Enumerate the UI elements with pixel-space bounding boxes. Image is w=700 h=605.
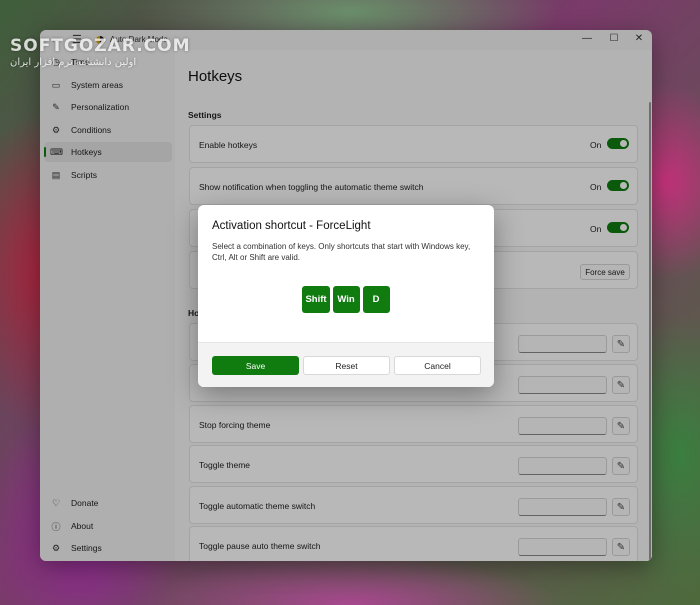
watermark: SOFTGOZAR.COM اولین دانشنامه نرم افزار ا… xyxy=(10,36,210,68)
activation-shortcut-dialog: Activation shortcut - ForceLight Select … xyxy=(198,205,494,387)
dialog-title: Activation shortcut - ForceLight xyxy=(212,220,371,232)
save-button[interactable]: Save xyxy=(212,356,299,375)
dialog-footer: Save Reset Cancel xyxy=(198,342,494,387)
watermark-subtitle: اولین دانشنامه نرم افزار ایران xyxy=(10,57,137,68)
key-shift: Shift xyxy=(302,286,330,313)
dialog-description: Select a combination of keys. Only short… xyxy=(212,242,471,262)
reset-button[interactable]: Reset xyxy=(303,356,390,375)
app-window: ← ☰ Auto Dark Mode — ☐ ✕ ◷ Time ▭ System… xyxy=(40,30,652,561)
key-d: D xyxy=(362,286,390,313)
cancel-button[interactable]: Cancel xyxy=(394,356,481,375)
key-combination: Shift Win D xyxy=(198,286,494,313)
watermark-text: SOFTGOZAR.COM xyxy=(10,36,191,56)
key-win: Win xyxy=(332,286,360,313)
